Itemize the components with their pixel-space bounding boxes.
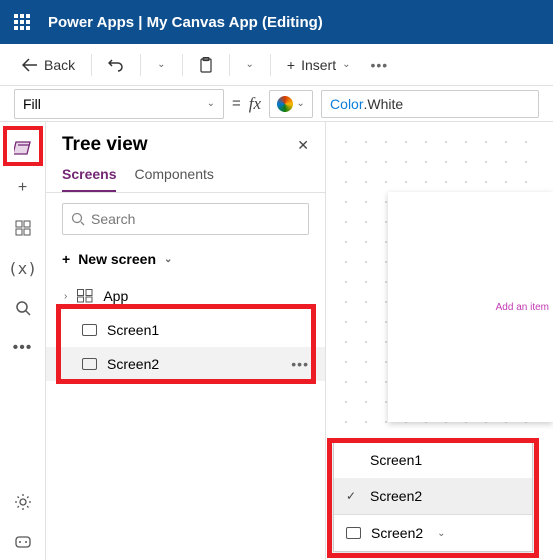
bot-icon	[14, 535, 32, 549]
formula-bar: Fill ⌄ = fx ⌄ Color.White	[0, 86, 553, 122]
tree-item-screen1[interactable]: Screen1	[46, 313, 325, 347]
settings-button[interactable]	[5, 484, 41, 520]
back-label: Back	[44, 57, 75, 73]
fx-icon: fx	[249, 94, 261, 114]
variables-icon: (x)	[8, 259, 37, 278]
app-icon	[77, 289, 93, 303]
screen-icon	[346, 527, 361, 539]
search-input[interactable]: Search	[62, 203, 309, 235]
new-screen-label: New screen	[78, 251, 156, 267]
canvas-area: Add an item Screen1 ✓ Screen2 Screen2 ⌄	[326, 122, 553, 560]
chevron-down-icon: ⌄	[207, 98, 215, 109]
popup-item-label: Screen2	[370, 488, 422, 504]
gear-icon	[14, 493, 32, 511]
popup-item-screen2[interactable]: ✓ Screen2	[334, 478, 532, 514]
tree-view-title: Tree view	[62, 134, 148, 156]
tree-item-label: Screen2	[107, 356, 159, 372]
new-screen-button[interactable]: + New screen ⌄	[46, 245, 325, 273]
chevron-down-icon: ⌄	[246, 59, 254, 70]
copilot-button[interactable]: ⌄	[269, 90, 313, 118]
back-button[interactable]: Back	[14, 53, 83, 77]
screen-icon	[82, 358, 97, 370]
back-arrow-icon	[22, 58, 38, 72]
insert-rail-button[interactable]: +	[5, 170, 41, 206]
undo-icon	[108, 57, 124, 73]
tab-screens[interactable]: Screens	[62, 166, 116, 192]
undo-button[interactable]	[100, 53, 132, 77]
property-name: Fill	[23, 96, 41, 112]
tree-item-label: Screen1	[107, 322, 159, 338]
tree-view-button[interactable]	[5, 130, 41, 166]
search-icon	[15, 300, 31, 316]
add-item-hint: Add an item	[496, 302, 549, 313]
formula-value: White	[367, 96, 403, 112]
chevron-down-icon: ⌄	[342, 59, 350, 70]
equals-sign: =	[232, 95, 241, 112]
app-title: Power Apps | My Canvas App (Editing)	[48, 14, 323, 31]
close-panel-button[interactable]: ✕	[297, 137, 309, 154]
app-launcher-icon[interactable]	[14, 14, 30, 30]
copilot-icon	[277, 96, 293, 112]
screen-icon	[82, 324, 97, 336]
chevron-down-icon: ⌄	[164, 254, 172, 265]
insert-button[interactable]: + Insert ⌄	[279, 53, 359, 77]
canvas-screen-preview[interactable]: Add an item	[388, 192, 553, 422]
popup-footer-label: Screen2	[371, 525, 423, 541]
app-header: Power Apps | My Canvas App (Editing)	[0, 0, 553, 44]
chevron-down-icon: ⌄	[437, 528, 445, 539]
search-placeholder: Search	[91, 211, 135, 227]
popup-item-label: Screen1	[370, 452, 422, 468]
popup-item-screen1[interactable]: Screen1	[334, 442, 532, 478]
plus-icon: +	[18, 179, 27, 197]
plus-icon: +	[287, 57, 295, 73]
screen-selector-popup: Screen1 ✓ Screen2 Screen2 ⌄	[333, 441, 533, 552]
search-rail-button[interactable]	[5, 290, 41, 326]
tree-item-more-button[interactable]: •••	[291, 356, 309, 372]
grid-icon	[15, 220, 31, 236]
chevron-down-icon: ⌄	[296, 98, 304, 109]
plus-icon: +	[62, 251, 70, 267]
formula-input[interactable]: Color.White	[321, 90, 539, 118]
chevron-right-icon: ›	[64, 291, 67, 302]
property-selector[interactable]: Fill ⌄	[14, 89, 224, 119]
command-bar: Back ⌄ ⌄ + Insert ⌄ •••	[0, 44, 553, 86]
virtual-agent-button[interactable]	[5, 524, 41, 560]
left-rail: + (x) •••	[0, 122, 46, 560]
clipboard-icon	[199, 57, 213, 73]
tree-view-icon	[14, 139, 32, 157]
tree-view-panel: Tree view ✕ Screens Components Search + …	[46, 122, 326, 560]
tree-item-app[interactable]: › App	[46, 279, 325, 313]
tree-list: › App Screen1 Screen2 •••	[46, 279, 325, 381]
search-icon	[71, 212, 85, 226]
formula-namespace: Color	[330, 96, 363, 112]
check-icon: ✓	[346, 489, 360, 503]
tree-item-label: App	[103, 288, 128, 304]
insert-label: Insert	[301, 57, 336, 73]
variables-button[interactable]: (x)	[5, 250, 41, 286]
popup-footer-dropdown[interactable]: Screen2 ⌄	[334, 515, 532, 551]
paste-dropdown[interactable]: ⌄	[238, 55, 262, 74]
data-button[interactable]	[5, 210, 41, 246]
tree-item-screen2[interactable]: Screen2 •••	[46, 347, 325, 381]
chevron-down-icon: ⌄	[157, 59, 165, 70]
more-button[interactable]: •••	[363, 53, 397, 77]
undo-dropdown[interactable]: ⌄	[149, 55, 173, 74]
tab-components[interactable]: Components	[134, 166, 213, 192]
more-rail-button[interactable]: •••	[5, 330, 41, 366]
paste-button[interactable]	[191, 53, 221, 77]
